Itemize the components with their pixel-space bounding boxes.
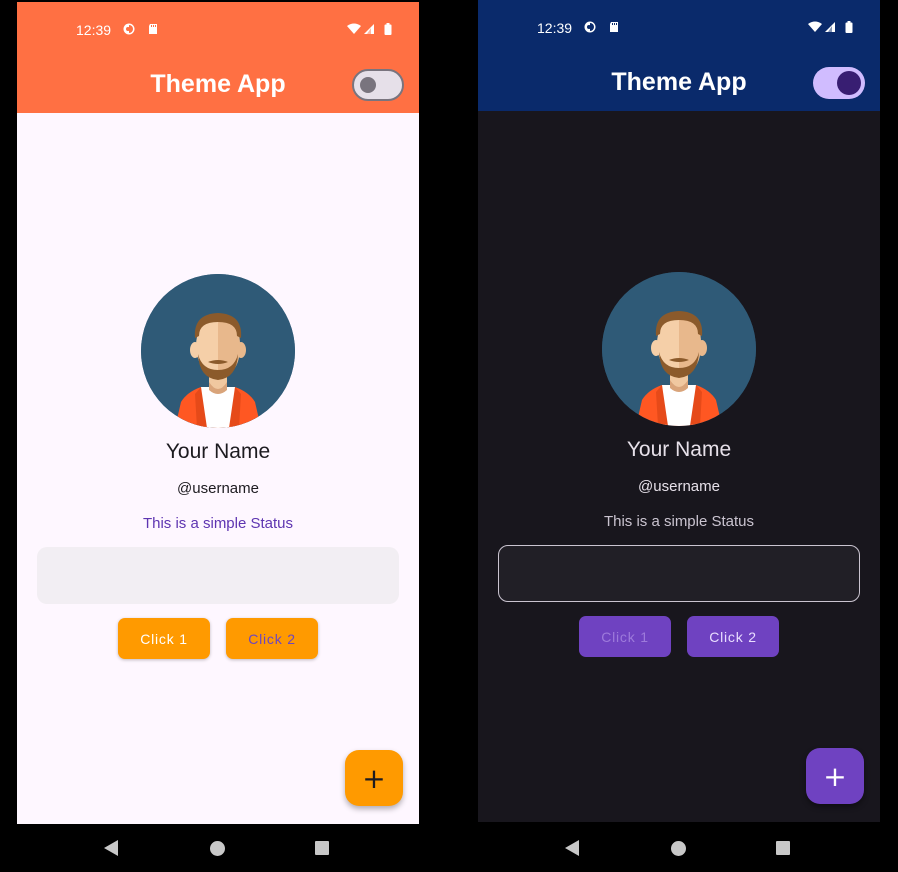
theme-toggle-switch[interactable] <box>813 67 865 99</box>
profile-avatar <box>141 274 295 428</box>
battery-icon <box>845 21 853 33</box>
click-1-button[interactable]: Click 1 <box>118 618 210 659</box>
status-bar: 12:39 <box>478 0 880 55</box>
signal-icon <box>825 22 835 32</box>
home-icon[interactable] <box>210 841 225 856</box>
wifi-icon <box>347 23 361 34</box>
app-bar: Theme App <box>17 57 419 113</box>
status-bar: 12:39 <box>17 2 419 57</box>
battery-icon <box>384 23 392 35</box>
profile-name: Your Name <box>165 440 271 463</box>
back-icon[interactable] <box>104 840 118 856</box>
notification-icon <box>123 23 135 35</box>
recents-icon[interactable] <box>776 841 790 855</box>
app-bar: Theme App <box>478 55 880 111</box>
back-icon[interactable] <box>565 840 579 856</box>
add-fab-button[interactable]: + <box>806 748 864 804</box>
system-nav-bar-left <box>17 826 419 872</box>
click-1-button[interactable]: Click 1 <box>579 616 671 657</box>
text-input-field[interactable] <box>498 545 860 602</box>
screenshot-stage: 12:39 Theme App Your Name @username This… <box>0 0 898 872</box>
click-2-button[interactable]: Click 2 <box>687 616 779 657</box>
notification-icon <box>584 21 596 33</box>
theme-toggle-switch[interactable] <box>352 69 404 101</box>
sd-card-icon <box>149 24 157 34</box>
switch-knob <box>360 77 376 93</box>
plus-icon: + <box>823 759 847 793</box>
sd-card-icon <box>610 22 618 32</box>
status-time: 12:39 <box>76 22 112 38</box>
signal-icon <box>364 24 374 34</box>
profile-username: @username <box>638 478 720 495</box>
profile-avatar <box>602 272 756 426</box>
light-theme-screen: 12:39 Theme App Your Name @username This… <box>17 2 419 824</box>
profile-status: This is a simple Status <box>142 515 294 532</box>
add-fab-button[interactable]: + <box>345 750 403 806</box>
profile-name: Your Name <box>626 438 732 461</box>
click-2-button[interactable]: Click 2 <box>226 618 318 659</box>
home-icon[interactable] <box>671 841 686 856</box>
profile-status: This is a simple Status <box>603 513 755 530</box>
status-time: 12:39 <box>537 20 573 36</box>
wifi-icon <box>808 21 822 32</box>
person-avatar-icon <box>141 274 295 428</box>
plus-icon: + <box>362 761 386 795</box>
text-input-field[interactable] <box>37 547 399 604</box>
system-nav-bar-right <box>478 826 880 872</box>
dark-theme-screen: 12:39 Theme App Your Name @username This… <box>478 0 880 822</box>
recents-icon[interactable] <box>315 841 329 855</box>
profile-username: @username <box>177 480 259 497</box>
switch-knob <box>837 71 861 95</box>
person-avatar-icon <box>602 272 756 426</box>
